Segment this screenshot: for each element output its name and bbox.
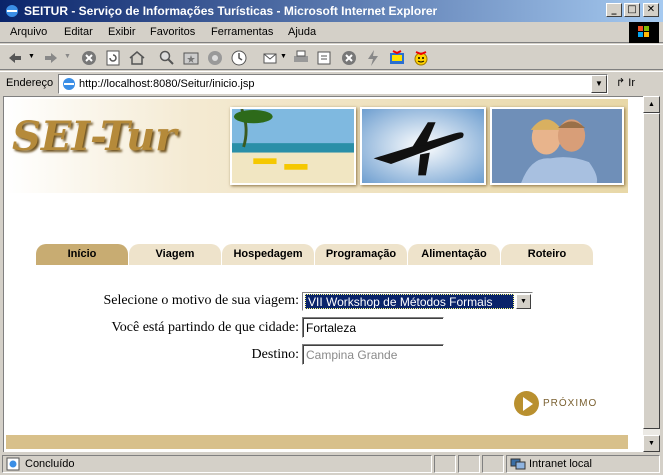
refresh-icon[interactable] <box>104 49 122 67</box>
status-segment-1 <box>434 455 456 473</box>
status-zone: Intranet local <box>506 455 660 473</box>
address-field[interactable]: http://localhost:8080/Seitur/inicio.jsp … <box>58 74 608 94</box>
tab-alimentacao[interactable]: Alimentação <box>408 244 500 265</box>
tab-programacao[interactable]: Programação <box>315 244 407 265</box>
site-banner: SEI-Tur <box>6 99 628 193</box>
toolbar: ▼ ▼ ▼ <box>0 44 663 70</box>
page-done-icon <box>6 457 20 471</box>
status-segment-3 <box>482 455 504 473</box>
forward-dropdown-icon[interactable]: ▼ <box>64 53 71 60</box>
title-bar: SEITUR - Serviço de Informações Turístic… <box>0 0 663 22</box>
smiley-icon[interactable] <box>412 49 430 67</box>
intranet-icon <box>510 458 526 470</box>
play-arrow-icon <box>514 391 539 416</box>
footer-bar <box>6 435 628 449</box>
reason-select[interactable]: VII Workshop de Métodos Formais ▼ <box>302 292 533 311</box>
address-label: Endereço <box>6 77 54 89</box>
stop-icon[interactable] <box>80 49 98 67</box>
menu-editar[interactable]: Editar <box>64 26 93 38</box>
history-icon[interactable] <box>230 49 248 67</box>
menu-ajuda[interactable]: Ajuda <box>288 26 316 38</box>
close-button[interactable]: ✕ <box>643 3 659 17</box>
next-label: PRÓXIMO <box>543 398 598 409</box>
ie-app-icon <box>6 5 18 17</box>
print-icon[interactable] <box>292 49 310 67</box>
tab-inicio[interactable]: Início <box>36 244 128 265</box>
origin-label: Você está partindo de que cidade: <box>111 320 299 335</box>
tab-viagem[interactable]: Viagem <box>129 244 221 265</box>
menu-favoritos[interactable]: Favoritos <box>150 26 195 38</box>
mail-icon[interactable] <box>262 49 280 67</box>
scroll-thumb[interactable] <box>643 113 660 429</box>
address-url[interactable]: http://localhost:8080/Seitur/inicio.jsp <box>79 78 255 90</box>
edit-icon[interactable] <box>316 49 334 67</box>
go-button[interactable]: ↱ Ir <box>616 76 635 89</box>
menu-exibir[interactable]: Exibir <box>108 26 136 38</box>
status-main: Concluído <box>2 455 432 473</box>
media-icon[interactable] <box>206 49 224 67</box>
maximize-button[interactable]: □ <box>624 3 640 17</box>
address-bar: Endereço http://localhost:8080/Seitur/in… <box>0 71 663 95</box>
favorites-icon[interactable] <box>182 49 200 67</box>
zone-text: Intranet local <box>529 458 592 470</box>
destination-input[interactable] <box>302 344 444 365</box>
go-label: Ir <box>628 77 636 89</box>
lightning-icon[interactable] <box>364 49 382 67</box>
windows-logo-icon <box>629 22 659 43</box>
menu-bar: Arquivo Editar Exibir Favoritos Ferramen… <box>0 22 663 43</box>
vertical-scrollbar[interactable]: ▲ ▼ <box>643 96 660 452</box>
search-icon[interactable] <box>158 49 176 67</box>
discuss-icon[interactable] <box>340 49 358 67</box>
home-icon[interactable] <box>128 49 146 67</box>
messenger-icon[interactable] <box>388 49 406 67</box>
couple-photo <box>490 107 624 185</box>
address-dropdown-button[interactable]: ▼ <box>591 75 607 93</box>
beach-photo <box>230 107 356 185</box>
origin-input[interactable] <box>302 317 444 338</box>
back-icon[interactable] <box>6 49 24 67</box>
window-title: SEITUR - Serviço de Informações Turístic… <box>24 4 438 18</box>
minimize-button[interactable]: _ <box>606 3 622 17</box>
scroll-up-button[interactable]: ▲ <box>643 96 660 113</box>
reason-label: Selecione o motivo de sua viagem: <box>103 293 299 308</box>
tab-roteiro[interactable]: Roteiro <box>501 244 593 265</box>
page-content: SEI-Tur Início Viagem Hospedagem Program… <box>3 96 643 452</box>
status-bar: Concluído Intranet local <box>0 453 663 475</box>
status-text: Concluído <box>25 458 75 470</box>
status-segment-2 <box>458 455 480 473</box>
scroll-down-button[interactable]: ▼ <box>643 435 660 452</box>
mail-dropdown-icon[interactable]: ▼ <box>280 53 287 60</box>
destination-label: Destino: <box>251 347 299 362</box>
site-logo: SEI-Tur <box>12 113 177 160</box>
menu-ferramentas[interactable]: Ferramentas <box>211 26 273 38</box>
page-icon <box>63 78 75 90</box>
tab-hospedagem[interactable]: Hospedagem <box>222 244 314 265</box>
forward-icon[interactable] <box>42 49 60 67</box>
airplane-photo <box>360 107 486 185</box>
menu-arquivo[interactable]: Arquivo <box>10 26 47 38</box>
back-dropdown-icon[interactable]: ▼ <box>28 53 35 60</box>
go-arrow-icon: ↱ <box>616 77 626 89</box>
chevron-down-icon[interactable]: ▼ <box>516 294 531 309</box>
reason-selected-value: VII Workshop de Métodos Formais <box>305 294 514 309</box>
